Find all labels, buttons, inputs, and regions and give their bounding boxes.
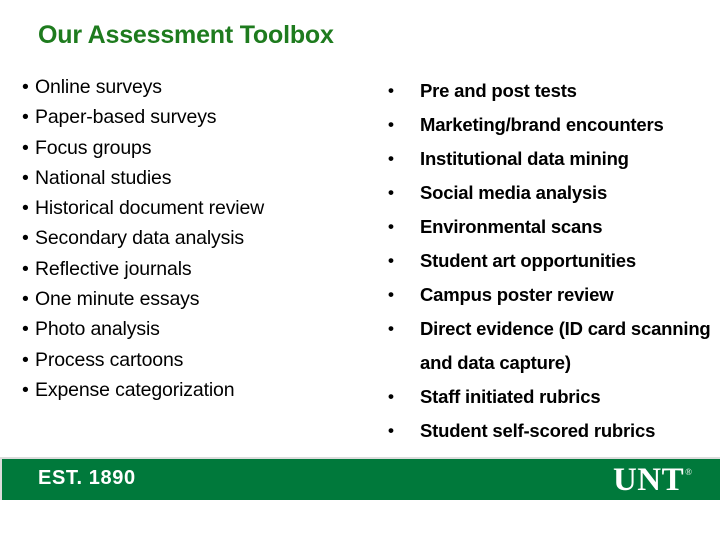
bullet-icon: • xyxy=(22,288,29,311)
list-item: • Historical document review xyxy=(22,193,372,223)
list-item: • Reflective journals xyxy=(22,254,372,284)
list-item: • Campus poster review xyxy=(388,278,718,312)
bullet-icon: • xyxy=(22,106,29,129)
list-item-label: Staff initiated rubrics xyxy=(420,386,601,407)
list-item-label: Reflective journals xyxy=(35,257,192,280)
list-item-label: Marketing/brand encounters xyxy=(420,114,664,135)
list-item-label: Paper-based surveys xyxy=(35,106,217,129)
list-item-label: Campus poster review xyxy=(420,284,614,305)
list-item: • Direct evidence (ID card scanning and d… xyxy=(388,312,718,380)
unt-logo-wordmark: UNT xyxy=(612,462,685,498)
list-item: • Marketing/brand encounters xyxy=(388,108,718,142)
bullet-icon: • xyxy=(388,115,394,134)
list-item: • One minute essays xyxy=(22,284,372,314)
list-item: • Student art opportunities xyxy=(388,244,718,278)
list-item: • Photo analysis xyxy=(22,314,372,344)
list-item-label: Focus groups xyxy=(35,136,152,159)
list-item-label: Process cartoons xyxy=(35,348,184,371)
list-item-label: National studies xyxy=(35,166,172,189)
page-title: Our Assessment Toolbox xyxy=(38,21,334,49)
list-item-label: Institutional data mining xyxy=(420,148,629,169)
list-item: • Process cartoons xyxy=(22,345,372,375)
bullet-icon: • xyxy=(388,421,394,440)
bullet-icon: • xyxy=(22,227,29,250)
list-item: • Focus groups xyxy=(22,133,372,163)
left-bullet-list: • Online surveys • Paper-based surveys • Focu… xyxy=(22,72,372,405)
list-item-label: Pre and post tests xyxy=(420,80,577,101)
list-item: • National studies xyxy=(22,163,372,193)
bullet-icon: • xyxy=(22,348,29,371)
bullet-icon: • xyxy=(22,76,29,98)
list-item: • Student self-scored rubrics xyxy=(388,414,718,448)
bullet-icon: • xyxy=(388,149,394,168)
list-item: • Environmental scans xyxy=(388,210,718,244)
bullet-icon: • xyxy=(388,183,394,202)
trademark-icon: ® xyxy=(685,467,692,477)
bullet-icon: • xyxy=(388,251,394,270)
bullet-icon: • xyxy=(388,387,394,406)
bullet-icon: • xyxy=(22,166,29,189)
list-item-label: Secondary data analysis xyxy=(35,227,245,250)
list-item-label: Expense categorization xyxy=(35,378,235,401)
list-item-label: Historical document review xyxy=(35,197,265,220)
unt-logo: UNT ® xyxy=(613,461,692,499)
right-bullet-list: • Pre and post tests • Marketing/brand enco… xyxy=(388,74,718,448)
list-item-label: Social media analysis xyxy=(420,182,608,203)
bullet-icon: • xyxy=(388,217,394,236)
list-item: • Expense categorization xyxy=(22,375,372,405)
list-item-label: Online surveys xyxy=(35,76,162,98)
bullet-icon: • xyxy=(22,197,29,220)
slide-canvas: Our Assessment Toolbox • Online surveys • P… xyxy=(0,0,720,540)
bullet-icon: • xyxy=(388,81,394,100)
bullet-icon: • xyxy=(22,136,29,159)
footer-brand-bar: EST. 1890 UNT ® xyxy=(0,457,720,500)
list-item: • Institutional data mining xyxy=(388,142,718,176)
list-item-label: Direct evidence (ID card scanning and da… xyxy=(420,318,711,373)
list-item-label: Student self-scored rubrics xyxy=(420,420,656,441)
bullet-icon: • xyxy=(388,319,394,338)
list-item: • Online surveys xyxy=(22,72,372,102)
list-item-label: One minute essays xyxy=(35,288,200,311)
list-item: • Social media analysis xyxy=(388,176,718,210)
bullet-icon: • xyxy=(22,378,29,401)
established-year-label: EST. 1890 xyxy=(38,467,136,489)
list-item: • Secondary data analysis xyxy=(22,223,372,253)
list-item: • Staff initiated rubrics xyxy=(388,380,718,414)
bullet-icon: • xyxy=(22,318,29,341)
list-item-label: Student art opportunities xyxy=(420,250,636,271)
list-item-label: Environmental scans xyxy=(420,216,603,237)
list-item-label: Photo analysis xyxy=(35,318,160,341)
bullet-icon: • xyxy=(388,285,394,304)
list-item: • Pre and post tests xyxy=(388,74,718,108)
list-item: • Paper-based surveys xyxy=(22,102,372,132)
bullet-icon: • xyxy=(22,257,29,280)
